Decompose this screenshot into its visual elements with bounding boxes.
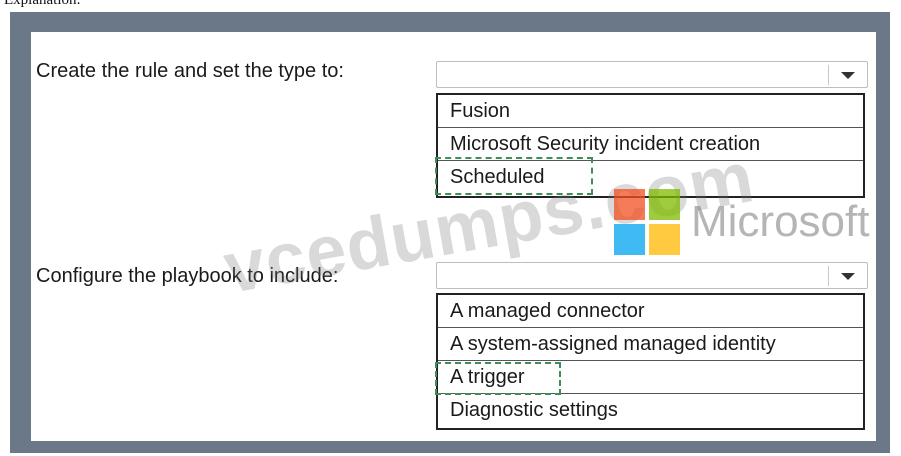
watermark-brand-text: Microsoft <box>691 197 870 246</box>
option-managed-connector[interactable]: A managed connector <box>438 295 863 328</box>
answer-panel: Create the rule and set the type to: Fus… <box>31 32 876 441</box>
playbook-include-select[interactable] <box>436 262 868 289</box>
question-1-label: Create the rule and set the type to: <box>36 60 344 82</box>
rule-type-select[interactable] <box>436 61 868 88</box>
chevron-down-icon[interactable] <box>841 72 855 79</box>
chevron-down-icon[interactable] <box>841 273 855 280</box>
option-trigger[interactable]: A trigger <box>438 361 863 394</box>
page-heading: Explanation: <box>4 0 81 8</box>
select-divider <box>828 65 829 85</box>
question-frame: Create the rule and set the type to: Fus… <box>10 12 890 453</box>
option-diagnostic-settings[interactable]: Diagnostic settings <box>438 394 863 427</box>
microsoft-logo-icon <box>614 189 680 255</box>
option-fusion[interactable]: Fusion <box>438 95 863 128</box>
option-system-assigned-managed-identity[interactable]: A system-assigned managed identity <box>438 328 863 361</box>
select-divider <box>828 266 829 286</box>
playbook-include-options: A managed connector A system-assigned ma… <box>436 293 865 430</box>
